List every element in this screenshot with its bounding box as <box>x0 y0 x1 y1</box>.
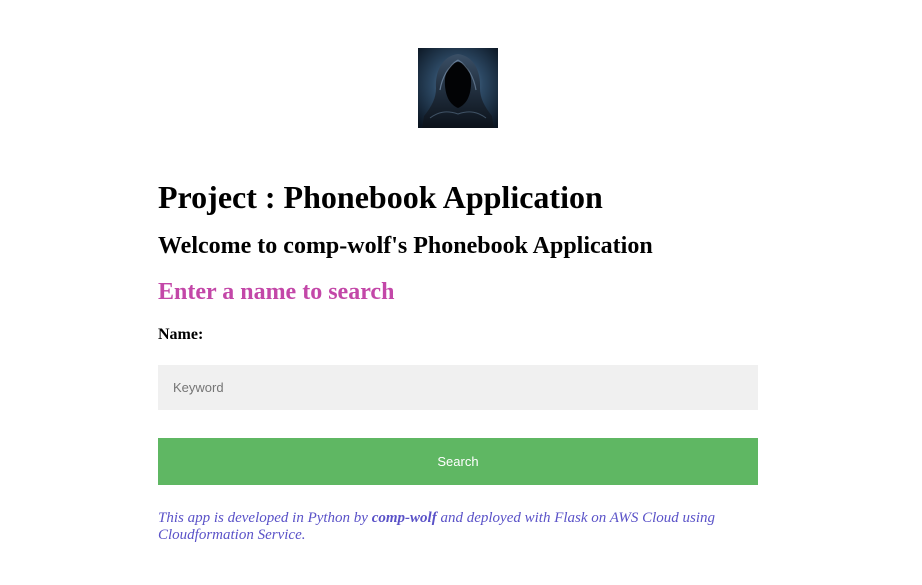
welcome-heading: Welcome to comp-wolf's Phonebook Applica… <box>158 233 653 259</box>
search-form: Name: Search <box>158 326 758 485</box>
footer-text-before: This app is developed in Python by <box>158 510 372 526</box>
main-content: Project : Phonebook Application Welcome … <box>158 178 758 544</box>
name-label: Name: <box>158 326 204 343</box>
hooded-figure-icon <box>418 48 498 128</box>
footer-note: This app is developed in Python by comp-… <box>158 510 758 544</box>
footer-author: comp-wolf <box>371 510 437 526</box>
search-button[interactable]: Search <box>158 438 758 485</box>
search-heading: Enter a name to search <box>158 279 395 305</box>
keyword-input[interactable] <box>158 365 758 410</box>
page-title: Project : Phonebook Application <box>158 179 603 215</box>
app-logo <box>418 48 498 128</box>
